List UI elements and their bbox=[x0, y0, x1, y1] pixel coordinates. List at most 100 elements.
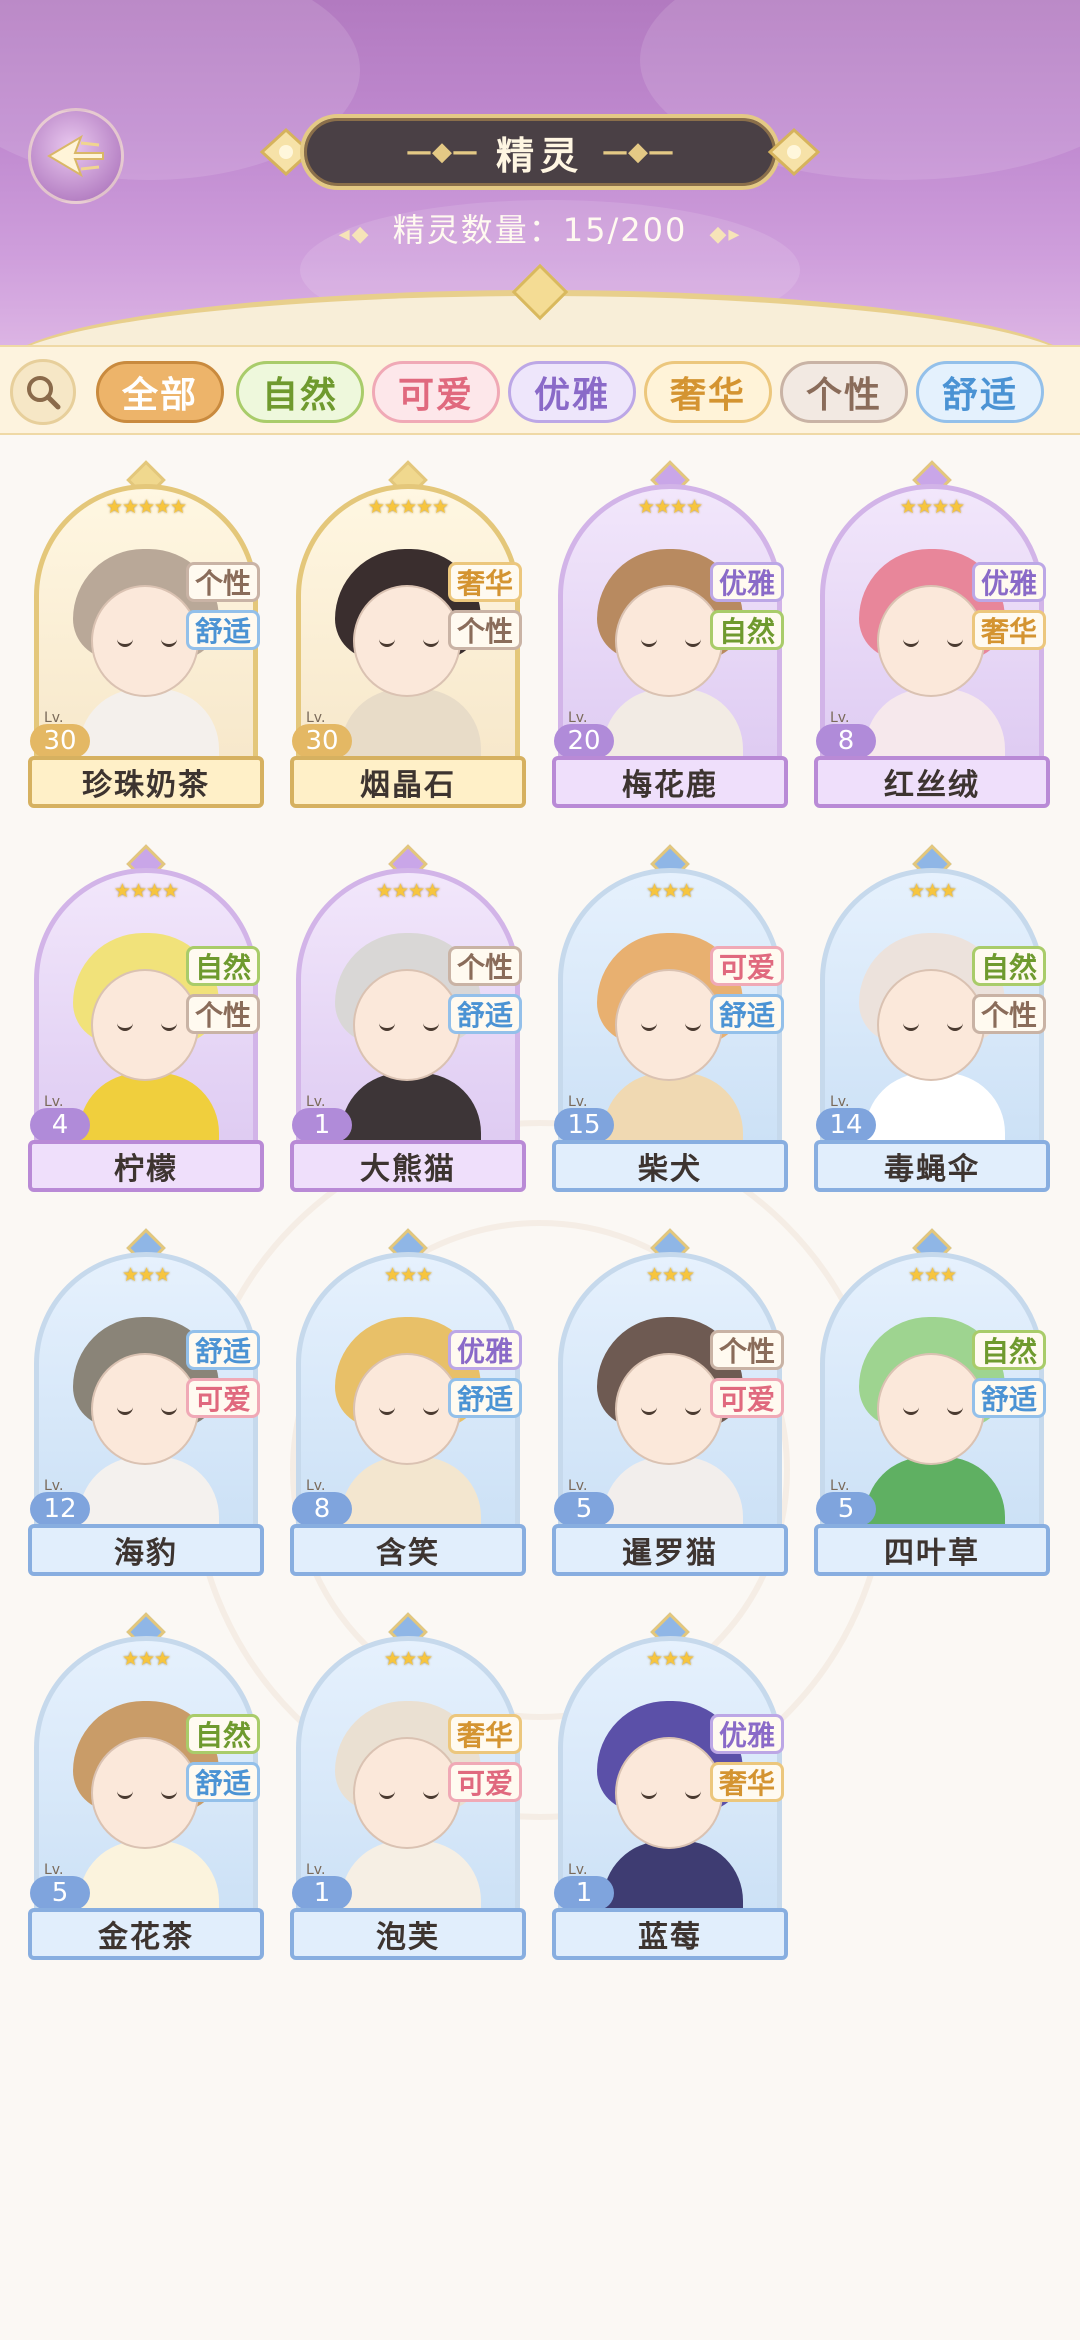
spirit-card[interactable]: ★★★ 个性 可爱 Lv. 5 暹罗猫 bbox=[552, 1228, 788, 1584]
spirit-name: 四叶草 bbox=[814, 1524, 1050, 1576]
style-tag: 舒适 bbox=[186, 1330, 260, 1370]
spirit-count: ◂◆ 精灵数量：15/200 ◆▸ bbox=[0, 205, 1080, 251]
level-value: 1 bbox=[292, 1108, 352, 1142]
character-face bbox=[353, 1737, 461, 1849]
spirit-name: 柠檬 bbox=[28, 1140, 264, 1192]
star-rating: ★★★ bbox=[121, 1648, 171, 1670]
spirit-card[interactable]: ★★★★★ 个性 舒适 Lv. 30 珍珠奶茶 bbox=[28, 460, 264, 816]
filter-chip-4[interactable]: 奢华 bbox=[644, 361, 772, 423]
level-value: 5 bbox=[554, 1492, 614, 1526]
character-face bbox=[91, 969, 199, 1081]
style-tag: 舒适 bbox=[448, 994, 522, 1034]
spirit-name: 泡芙 bbox=[290, 1908, 526, 1960]
style-tag: 自然 bbox=[710, 610, 784, 650]
level-badge: Lv. 30 bbox=[30, 710, 94, 758]
spirit-name: 梅花鹿 bbox=[552, 756, 788, 808]
character-face bbox=[353, 585, 461, 697]
character-face bbox=[91, 1737, 199, 1849]
search-button[interactable] bbox=[10, 359, 76, 425]
style-tag: 个性 bbox=[448, 946, 522, 986]
level-value: 15 bbox=[554, 1108, 614, 1142]
star-rating: ★★★ bbox=[645, 1648, 695, 1670]
spirit-card[interactable]: ★★★★ 个性 舒适 Lv. 1 大熊猫 bbox=[290, 844, 526, 1200]
style-tag: 奢华 bbox=[448, 562, 522, 602]
level-value: 14 bbox=[816, 1108, 876, 1142]
style-tag: 优雅 bbox=[448, 1330, 522, 1370]
title-dash-left: —◆— bbox=[405, 137, 478, 167]
style-tag: 自然 bbox=[186, 946, 260, 986]
style-tag: 个性 bbox=[186, 562, 260, 602]
count-ornament-left-icon: ◂◆ bbox=[338, 222, 371, 247]
style-tag: 优雅 bbox=[972, 562, 1046, 602]
star-rating: ★★★ bbox=[121, 1264, 171, 1286]
filter-chip-label: 舒适 bbox=[941, 375, 1018, 416]
filter-chip-5[interactable]: 个性 bbox=[780, 361, 908, 423]
spirit-name: 烟晶石 bbox=[290, 756, 526, 808]
spirit-card[interactable]: ★★★★ 优雅 奢华 Lv. 8 红丝绒 bbox=[814, 460, 1050, 816]
character-face bbox=[91, 585, 199, 697]
level-badge: Lv. 1 bbox=[292, 1094, 356, 1142]
style-tag: 自然 bbox=[186, 1714, 260, 1754]
level-value: 30 bbox=[30, 724, 90, 758]
character-face bbox=[353, 969, 461, 1081]
spirit-card[interactable]: ★★★★★ 奢华 个性 Lv. 30 烟晶石 bbox=[290, 460, 526, 816]
level-badge: Lv. 14 bbox=[816, 1094, 880, 1142]
search-icon bbox=[27, 376, 61, 410]
spirit-card[interactable]: ★★★ 舒适 可爱 Lv. 12 海豹 bbox=[28, 1228, 264, 1584]
style-tag: 可爱 bbox=[710, 946, 784, 986]
filter-chip-0[interactable]: 全部 bbox=[96, 361, 224, 423]
spirit-card[interactable]: ★★★★ 自然 个性 Lv. 4 柠檬 bbox=[28, 844, 264, 1200]
level-value: 12 bbox=[30, 1492, 90, 1526]
spirit-card[interactable]: ★★★ 自然 个性 Lv. 14 毒蝇伞 bbox=[814, 844, 1050, 1200]
level-value: 8 bbox=[816, 724, 876, 758]
spirit-name: 金花茶 bbox=[28, 1908, 264, 1960]
level-badge: Lv. 1 bbox=[292, 1862, 356, 1910]
filter-chip-3[interactable]: 优雅 bbox=[508, 361, 636, 423]
style-tag: 自然 bbox=[972, 946, 1046, 986]
spirit-name: 暹罗猫 bbox=[552, 1524, 788, 1576]
spirit-card[interactable]: ★★★ 优雅 舒适 Lv. 8 含笑 bbox=[290, 1228, 526, 1584]
level-badge: Lv. 20 bbox=[554, 710, 618, 758]
filter-chip-label: 奢华 bbox=[669, 375, 746, 416]
style-tag: 舒适 bbox=[710, 994, 784, 1034]
level-badge: Lv. 8 bbox=[292, 1478, 356, 1526]
level-value: 5 bbox=[816, 1492, 876, 1526]
style-tag: 舒适 bbox=[186, 1762, 260, 1802]
level-value: 5 bbox=[30, 1876, 90, 1910]
style-tag: 可爱 bbox=[186, 1378, 260, 1418]
star-rating: ★★★★★ bbox=[105, 496, 187, 518]
filter-chip-2[interactable]: 可爱 bbox=[372, 361, 500, 423]
filter-bar: 全部 自然 可爱 优雅 奢华 个性 舒适 bbox=[0, 345, 1080, 435]
level-badge: Lv. 5 bbox=[554, 1478, 618, 1526]
level-value: 8 bbox=[292, 1492, 352, 1526]
star-rating: ★★★★ bbox=[637, 496, 703, 518]
level-value: 30 bbox=[292, 724, 352, 758]
level-badge: Lv. 12 bbox=[30, 1478, 94, 1526]
filter-chip-1[interactable]: 自然 bbox=[236, 361, 364, 423]
spirit-count-value: 15/200 bbox=[562, 211, 688, 249]
style-tag: 优雅 bbox=[710, 562, 784, 602]
level-badge: Lv. 4 bbox=[30, 1094, 94, 1142]
spirit-card[interactable]: ★★★ 可爱 舒适 Lv. 15 柴犬 bbox=[552, 844, 788, 1200]
star-rating: ★★★ bbox=[383, 1264, 433, 1286]
character-face bbox=[615, 1737, 723, 1849]
character-face bbox=[877, 969, 985, 1081]
back-arrow-icon bbox=[47, 134, 104, 178]
spirit-count-label: 精灵数量： bbox=[392, 211, 563, 249]
spirit-card[interactable]: ★★★ 奢华 可爱 Lv. 1 泡芙 bbox=[290, 1612, 526, 1968]
spirit-card[interactable]: ★★★ 自然 舒适 Lv. 5 四叶草 bbox=[814, 1228, 1050, 1584]
spirit-card[interactable]: ★★★★ 优雅自然 Lv. 20 梅花鹿 bbox=[552, 460, 788, 816]
character-face bbox=[877, 585, 985, 697]
back-button[interactable] bbox=[28, 108, 124, 204]
level-value: 20 bbox=[554, 724, 614, 758]
star-rating: ★★★ bbox=[907, 880, 957, 902]
spirit-name: 毒蝇伞 bbox=[814, 1140, 1050, 1192]
style-tag: 个性 bbox=[710, 1330, 784, 1370]
page-title-banner: —◆— 精灵 —◆— bbox=[300, 114, 780, 190]
spirit-card[interactable]: ★★★ 自然 舒适 Lv. 5 金花茶 bbox=[28, 1612, 264, 1968]
character-face bbox=[877, 1353, 985, 1465]
style-tag: 可爱 bbox=[710, 1378, 784, 1418]
spirit-card[interactable]: ★★★ 优雅 奢华 Lv. 1 蓝莓 bbox=[552, 1612, 788, 1968]
filter-chip-6[interactable]: 舒适 bbox=[916, 361, 1044, 423]
level-value: 1 bbox=[554, 1876, 614, 1910]
